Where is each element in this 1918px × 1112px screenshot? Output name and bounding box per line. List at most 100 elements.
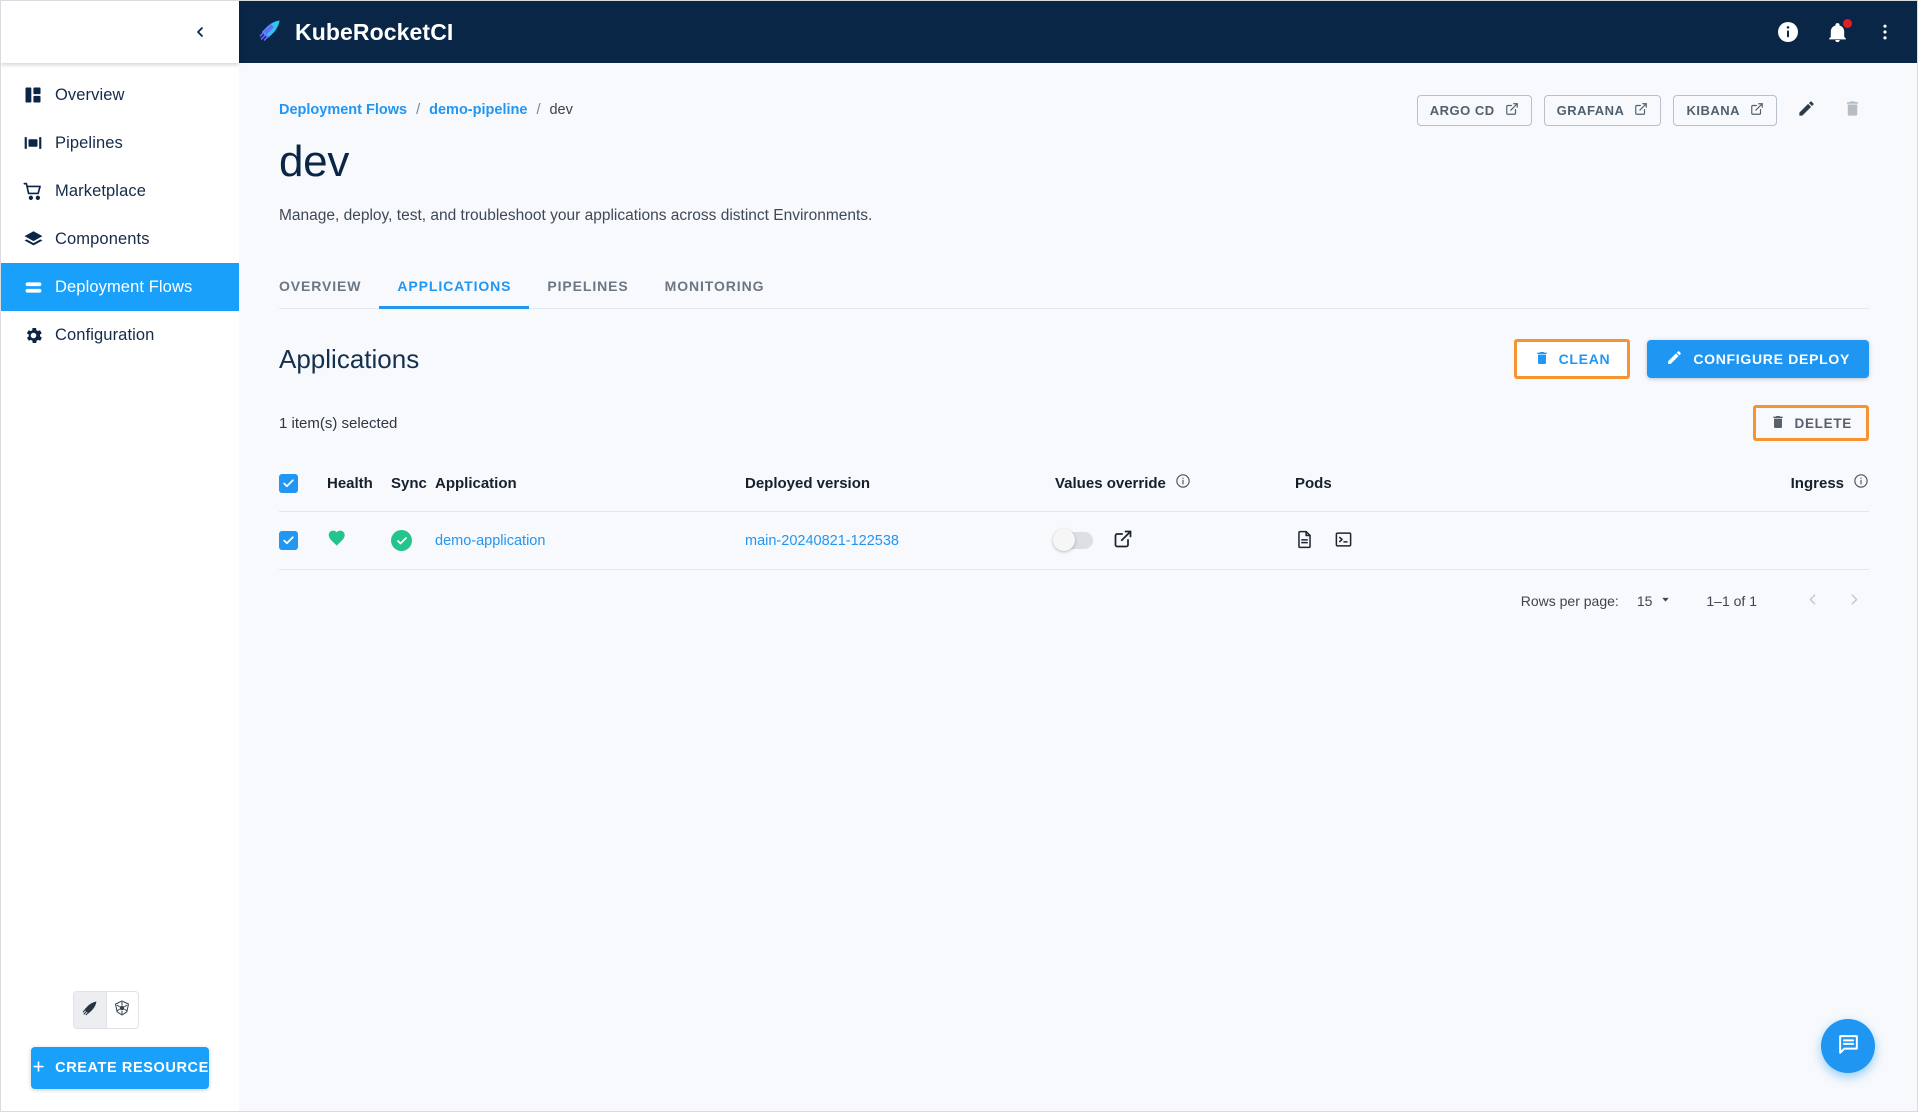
sidebar-item-deployment-flows[interactable]: Deployment Flows bbox=[1, 263, 239, 311]
ingress-label: Ingress bbox=[1790, 474, 1844, 492]
pod-terminal-button[interactable] bbox=[1334, 530, 1353, 552]
sidebar-item-label: Deployment Flows bbox=[55, 277, 193, 296]
create-resource-button[interactable]: CREATE RESOURCE bbox=[31, 1047, 209, 1089]
breadcrumb: Deployment Flows / demo-pipeline / dev bbox=[279, 93, 573, 118]
info-outline-icon[interactable] bbox=[1175, 473, 1191, 493]
breadcrumb-item-demo-pipeline[interactable]: demo-pipeline bbox=[429, 102, 527, 118]
tab-monitoring[interactable]: MONITORING bbox=[647, 278, 783, 309]
trash-icon bbox=[1843, 99, 1862, 121]
external-link-icon bbox=[1634, 102, 1648, 119]
flows-icon bbox=[11, 277, 55, 298]
top-bar: KubeRocketCI bbox=[239, 1, 1917, 63]
chevron-down-icon bbox=[1659, 593, 1672, 609]
sidebar-item-components[interactable]: Components bbox=[1, 215, 239, 263]
applications-table: Health Sync Application Deployed version… bbox=[279, 459, 1869, 569]
values-override-external-link-button[interactable] bbox=[1113, 529, 1133, 552]
cart-icon bbox=[11, 181, 55, 202]
argo-cd-button[interactable]: ARGO CD bbox=[1416, 94, 1532, 126]
delete-button-highlight: DELETE bbox=[1752, 405, 1869, 441]
sidebar-item-pipelines[interactable]: Pipelines bbox=[1, 119, 239, 167]
external-link-icon bbox=[1505, 102, 1519, 119]
page-description: Manage, deploy, test, and troubleshoot y… bbox=[279, 207, 873, 224]
kibana-button[interactable]: KIBANA bbox=[1673, 94, 1777, 126]
pencil-icon bbox=[1797, 99, 1816, 121]
delete-environment-button[interactable] bbox=[1835, 93, 1869, 127]
clean-button-highlight: CLEAN bbox=[1513, 339, 1631, 379]
chevron-left-icon bbox=[1804, 591, 1821, 611]
row-checkbox[interactable] bbox=[279, 531, 298, 550]
select-all-checkbox[interactable] bbox=[279, 473, 298, 493]
chevron-right-icon bbox=[1846, 591, 1863, 611]
row-sync-cell bbox=[391, 512, 435, 570]
sidebar-item-label: Components bbox=[55, 229, 150, 248]
trash-icon bbox=[1534, 350, 1550, 369]
cluster-switch-kuberocket[interactable] bbox=[74, 992, 106, 1028]
trash-icon bbox=[1770, 414, 1786, 433]
sidebar-item-configuration[interactable]: Configuration bbox=[1, 311, 239, 359]
table-head: Health Sync Application Deployed version… bbox=[279, 459, 1869, 512]
check-circle-icon[interactable] bbox=[391, 530, 412, 551]
pod-logs-button[interactable] bbox=[1295, 530, 1314, 552]
sidebar: Overview Pipelines Marketplace Component… bbox=[1, 1, 239, 1111]
bell-icon[interactable] bbox=[1826, 18, 1852, 44]
sidebar-item-label: Marketplace bbox=[55, 181, 146, 200]
row-values-override-cell bbox=[1053, 512, 1295, 570]
clean-button[interactable]: CLEAN bbox=[1516, 342, 1628, 376]
topbar-actions bbox=[1776, 18, 1895, 44]
pagination-next-button[interactable] bbox=[1839, 586, 1869, 616]
dashboard-icon bbox=[11, 85, 55, 105]
heart-icon[interactable] bbox=[327, 530, 348, 553]
column-header-health: Health bbox=[327, 459, 391, 512]
chat-fab-button[interactable] bbox=[1821, 1019, 1875, 1073]
kibana-label: KIBANA bbox=[1686, 102, 1740, 118]
more-vertical-icon[interactable] bbox=[1875, 22, 1895, 42]
tab-overview[interactable]: OVERVIEW bbox=[279, 278, 379, 309]
selection-row: 1 item(s) selected DELETE bbox=[279, 405, 1869, 441]
column-header-ingress: Ingress bbox=[1485, 459, 1869, 512]
configure-deploy-button[interactable]: CONFIGURE DEPLOY bbox=[1647, 340, 1869, 378]
grafana-button[interactable]: GRAFANA bbox=[1543, 94, 1662, 126]
pagination-range: 1–1 of 1 bbox=[1706, 593, 1757, 609]
toggle-knob bbox=[1053, 529, 1075, 551]
layers-icon bbox=[11, 229, 55, 250]
brand-name: KubeRocketCI bbox=[295, 18, 454, 45]
breadcrumb-item-deployment-flows[interactable]: Deployment Flows bbox=[279, 102, 407, 118]
values-override-toggle[interactable] bbox=[1053, 529, 1093, 551]
tab-applications[interactable]: APPLICATIONS bbox=[379, 278, 530, 309]
cluster-switch-kubernetes[interactable] bbox=[105, 992, 138, 1028]
tab-pipelines[interactable]: PIPELINES bbox=[529, 278, 646, 309]
breadcrumb-separator: / bbox=[416, 102, 421, 118]
sidebar-item-marketplace[interactable]: Marketplace bbox=[1, 167, 239, 215]
clean-button-label: CLEAN bbox=[1558, 351, 1611, 367]
rows-per-page-select[interactable]: 15 bbox=[1637, 593, 1673, 609]
grafana-label: GRAFANA bbox=[1556, 102, 1625, 118]
info-icon[interactable] bbox=[1776, 20, 1800, 44]
info-outline-icon[interactable] bbox=[1853, 473, 1869, 493]
sidebar-item-label: Configuration bbox=[55, 325, 155, 344]
row-application-cell: demo-application bbox=[435, 512, 745, 570]
sidebar-header bbox=[1, 1, 239, 63]
table-row[interactable]: demo-application main-20240821-122538 bbox=[279, 512, 1869, 570]
column-header-pods: Pods bbox=[1295, 459, 1485, 512]
document-icon bbox=[1295, 530, 1314, 552]
pencil-icon bbox=[1666, 349, 1683, 369]
sidebar-collapse-button[interactable] bbox=[187, 19, 213, 45]
sidebar-item-overview[interactable]: Overview bbox=[1, 71, 239, 119]
application-link[interactable]: demo-application bbox=[435, 533, 545, 549]
external-link-icon bbox=[1750, 102, 1764, 119]
external-link-icon bbox=[1113, 529, 1133, 552]
chat-icon bbox=[1836, 1032, 1861, 1060]
edit-button[interactable] bbox=[1789, 93, 1823, 127]
gear-icon bbox=[11, 325, 55, 346]
notification-badge bbox=[1843, 18, 1852, 28]
brand[interactable]: KubeRocketCI bbox=[257, 17, 453, 48]
tabs: OVERVIEW APPLICATIONS PIPELINES MONITORI… bbox=[279, 267, 1869, 309]
deployed-version-link[interactable]: main-20240821-122538 bbox=[745, 533, 899, 549]
sidebar-nav: Overview Pipelines Marketplace Component… bbox=[1, 63, 239, 991]
rocket-feather-icon bbox=[257, 17, 283, 48]
pagination: Rows per page: 15 1–1 of 1 bbox=[279, 569, 1869, 616]
page-title: dev bbox=[279, 137, 350, 186]
sidebar-item-label: Pipelines bbox=[55, 133, 123, 152]
delete-selected-button[interactable]: DELETE bbox=[1756, 408, 1866, 438]
pagination-prev-button[interactable] bbox=[1797, 586, 1827, 616]
